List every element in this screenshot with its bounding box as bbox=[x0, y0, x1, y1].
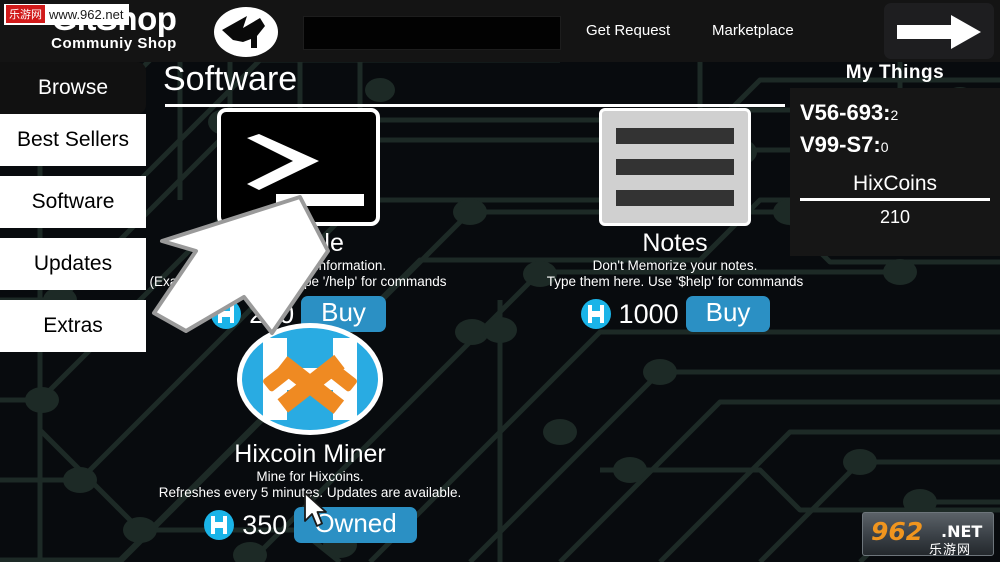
watermark-url: www.962.net bbox=[49, 6, 124, 22]
inventory-item-qty: 0 bbox=[880, 139, 889, 155]
sidebar-divider bbox=[0, 290, 146, 300]
watermark-number: 962 bbox=[871, 517, 924, 546]
inventory-item-name: V99-S7: bbox=[800, 132, 881, 157]
top-bar: GitShop Communiy Shop Get Request Market… bbox=[0, 0, 1000, 62]
sidebar-item-label: Browse bbox=[37, 76, 109, 99]
sidebar-item-updates[interactable]: Updates bbox=[0, 238, 146, 290]
watermark-badge: 乐游网 bbox=[6, 5, 45, 23]
brand-subtitle: Communiy Shop bbox=[51, 35, 177, 52]
inventory-item-qty: 2 bbox=[890, 107, 899, 123]
sidebar-divider bbox=[0, 166, 146, 176]
watermark-hanzi: 乐游网 bbox=[929, 543, 972, 558]
prompt-chevron-icon bbox=[246, 134, 319, 197]
sidebar-item-extras[interactable]: Extras bbox=[0, 300, 146, 352]
inventory-row: V99-S7:0 bbox=[800, 132, 990, 158]
sidebar-nav: Browse Best Sellers Software Updates Ext… bbox=[0, 62, 146, 352]
sidebar-item-label: Software bbox=[31, 190, 115, 213]
product-name: Hixcoin Miner bbox=[234, 440, 386, 468]
note-line-icon bbox=[616, 128, 734, 144]
product-price-row: 1000 Buy bbox=[510, 296, 840, 332]
buy-button-notes[interactable]: Buy bbox=[685, 296, 771, 332]
nav-link-get-request[interactable]: Get Request bbox=[586, 22, 670, 39]
page-title: Software bbox=[163, 60, 298, 98]
sidebar-divider bbox=[0, 228, 146, 238]
product-desc-line-2: Type them here. Use '$help' for commands bbox=[546, 274, 804, 289]
my-things-heading: My Things bbox=[845, 62, 945, 83]
sidebar-item-label: Extras bbox=[43, 314, 103, 337]
sidebar-item-software[interactable]: Software bbox=[0, 176, 146, 228]
nav-link-marketplace[interactable]: Marketplace bbox=[712, 22, 794, 39]
hixcoins-label: HixCoins bbox=[800, 172, 990, 201]
sidebar-item-label: Updates bbox=[33, 252, 113, 275]
arrow-pointing-down-left-icon bbox=[148, 193, 334, 342]
watermark-bottom: 962 .NET 乐游网 bbox=[862, 512, 994, 558]
sidebar-item-best-sellers[interactable]: Best Sellers bbox=[0, 114, 146, 166]
my-things-panel: V56-693:2 V99-S7:0 HixCoins 210 bbox=[790, 88, 1000, 256]
inventory-item-name: V56-693: bbox=[800, 100, 891, 125]
hixcoin-icon bbox=[203, 509, 235, 541]
product-desc-line-1: Mine for Hixcoins. bbox=[256, 469, 364, 484]
product-price: 350 bbox=[242, 509, 288, 540]
note-line-icon bbox=[616, 190, 734, 206]
product-desc-line-1: Don't Memorize your notes. bbox=[592, 258, 758, 273]
notes-icon bbox=[599, 108, 751, 226]
search-input[interactable] bbox=[303, 16, 561, 50]
title-underline bbox=[165, 104, 785, 107]
hixcoins-balance: 210 bbox=[879, 207, 911, 227]
sidebar-item-browse[interactable]: Browse bbox=[0, 62, 146, 114]
wolf-head-icon bbox=[213, 6, 279, 58]
product-price: 1000 bbox=[618, 298, 679, 329]
hixcoin-icon bbox=[580, 298, 612, 330]
forward-button[interactable] bbox=[884, 3, 994, 59]
note-line-icon bbox=[616, 159, 734, 175]
mouse-pointer-icon bbox=[303, 491, 329, 534]
sidebar-item-label: Best Sellers bbox=[16, 128, 130, 151]
watermark-top: 乐游网 www.962.net bbox=[4, 4, 130, 25]
inventory-row: V56-693:2 bbox=[800, 100, 990, 126]
